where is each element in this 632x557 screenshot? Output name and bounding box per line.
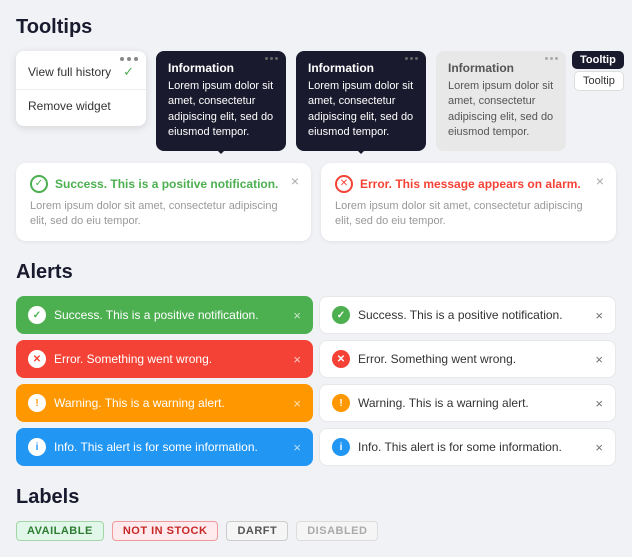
dropdown-item-history[interactable]: View full history ✓ <box>16 57 146 87</box>
alert-success-text-outline: Success. This is a positive notification… <box>358 308 587 322</box>
alert-success-icon-filled: ✓ <box>28 306 46 324</box>
notif-body-success: Lorem ipsum dolor sit amet, consectetur … <box>30 199 297 230</box>
alert-info-close-outline[interactable]: × <box>595 440 603 455</box>
alert-info-filled: i Info. This alert is for some informati… <box>16 428 313 466</box>
alert-warning-outline: ! Warning. This is a warning alert. × <box>319 384 616 422</box>
tooltip-text-1: Lorem ipsum dolor sit amet, consectetur … <box>168 79 274 141</box>
notif-card-success: ✓ Success. This is a positive notificati… <box>16 163 311 242</box>
alert-warning-text-outline: Warning. This is a warning alert. <box>358 396 587 410</box>
notif-body-error: Lorem ipsum dolor sit amet, consectetur … <box>335 199 602 230</box>
notif-card-error: ✕ Error. This message appears on alarm. … <box>321 163 616 242</box>
tooltip-title-3: Information <box>448 61 554 75</box>
alert-info-icon-outline: i <box>332 438 350 456</box>
tooltip-tag-dark: Tooltip <box>572 51 624 69</box>
check-icon: ✓ <box>123 64 134 80</box>
tooltip-title-2: Information <box>308 61 414 75</box>
notif-title-error: Error. This message appears on alarm. <box>360 177 602 191</box>
alert-success-filled: ✓ Success. This is a positive notificati… <box>16 296 313 334</box>
notification-cards-row: ✓ Success. This is a positive notificati… <box>16 163 616 242</box>
alert-info-close-filled[interactable]: × <box>293 440 301 455</box>
labels-title: Labels <box>16 486 616 509</box>
alert-success-text-filled: Success. This is a positive notification… <box>54 308 285 322</box>
alert-info-text-outline: Info. This alert is for some information… <box>358 440 587 454</box>
tooltip-bubble-light: Information Lorem ipsum dolor sit amet, … <box>436 51 566 151</box>
alert-warning-close-outline[interactable]: × <box>595 396 603 411</box>
dropdown-dots-icon <box>120 57 138 61</box>
alerts-title: Alerts <box>16 261 616 284</box>
alert-success-close-filled[interactable]: × <box>293 308 301 323</box>
notif-close-success[interactable]: × <box>291 173 299 189</box>
error-icon: ✕ <box>335 175 353 193</box>
alert-success-outline: ✓ Success. This is a positive notificati… <box>319 296 616 334</box>
alert-info-outline: i Info. This alert is for some informati… <box>319 428 616 466</box>
alert-success-icon-outline: ✓ <box>332 306 350 324</box>
alert-warning-icon-outline: ! <box>332 394 350 412</box>
tooltip-text-3: Lorem ipsum dolor sit amet, consectetur … <box>448 79 554 141</box>
tooltip-dots-1 <box>265 57 278 60</box>
alert-error-close-outline[interactable]: × <box>595 352 603 367</box>
labels-section: Labels AVAILABLE NOT IN STOCK DARFT DISA… <box>16 486 616 541</box>
alert-warning-text-filled: Warning. This is a warning alert. <box>54 396 285 410</box>
alerts-section: Alerts ✓ Success. This is a positive not… <box>16 261 616 466</box>
tooltip-title-1: Information <box>168 61 274 75</box>
notif-close-error[interactable]: × <box>596 173 604 189</box>
alert-error-icon-filled: ✕ <box>28 350 46 368</box>
label-disabled[interactable]: DISABLED <box>296 521 378 541</box>
alert-error-text-outline: Error. Something went wrong. <box>358 352 587 366</box>
alert-info-text-filled: Info. This alert is for some information… <box>54 440 285 454</box>
tooltip-bubble-dark-2: Information Lorem ipsum dolor sit amet, … <box>296 51 426 151</box>
label-not-in-stock[interactable]: NOT IN STOCK <box>112 521 219 541</box>
label-darft[interactable]: DARFT <box>226 521 288 541</box>
alert-error-icon-outline: ✕ <box>332 350 350 368</box>
success-icon: ✓ <box>30 175 48 193</box>
alert-warning-filled: ! Warning. This is a warning alert. × <box>16 384 313 422</box>
alert-error-text-filled: Error. Something went wrong. <box>54 352 285 366</box>
tooltip-tag-outline: Tooltip <box>574 71 624 91</box>
alert-info-icon-filled: i <box>28 438 46 456</box>
notif-header-error: ✕ Error. This message appears on alarm. <box>335 175 602 193</box>
alerts-grid: ✓ Success. This is a positive notificati… <box>16 296 616 466</box>
alert-warning-close-filled[interactable]: × <box>293 396 301 411</box>
tooltip-dots-2 <box>405 57 418 60</box>
alert-success-close-outline[interactable]: × <box>595 308 603 323</box>
alert-error-filled: ✕ Error. Something went wrong. × <box>16 340 313 378</box>
tooltip-tags: Tooltip Tooltip <box>572 51 624 91</box>
notif-header-success: ✓ Success. This is a positive notificati… <box>30 175 297 193</box>
tooltips-row: View full history ✓ Remove widget Inform… <box>16 51 616 151</box>
tooltips-section: Tooltips View full history ✓ Remove widg… <box>16 16 616 241</box>
tooltips-title: Tooltips <box>16 16 616 39</box>
alert-error-outline: ✕ Error. Something went wrong. × <box>319 340 616 378</box>
dropdown-divider <box>16 89 146 90</box>
tooltip-bubble-dark-1: Information Lorem ipsum dolor sit amet, … <box>156 51 286 151</box>
tooltip-text-2: Lorem ipsum dolor sit amet, consectetur … <box>308 79 414 141</box>
dropdown-item-remove[interactable]: Remove widget <box>16 92 146 120</box>
label-available[interactable]: AVAILABLE <box>16 521 104 541</box>
dropdown-card[interactable]: View full history ✓ Remove widget <box>16 51 146 126</box>
labels-row: AVAILABLE NOT IN STOCK DARFT DISABLED <box>16 521 616 541</box>
tooltip-dots-3 <box>545 57 558 60</box>
alert-error-close-filled[interactable]: × <box>293 352 301 367</box>
alert-warning-icon-filled: ! <box>28 394 46 412</box>
notif-title-success: Success. This is a positive notification… <box>55 177 297 191</box>
